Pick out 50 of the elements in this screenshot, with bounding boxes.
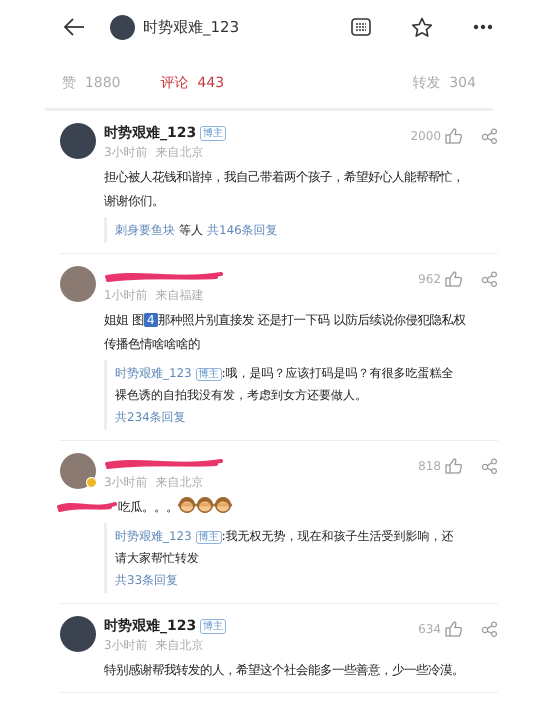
share-icon[interactable] bbox=[481, 621, 498, 637]
like-count: 962 bbox=[418, 271, 441, 288]
avatar bbox=[110, 14, 135, 40]
more-icon[interactable] bbox=[473, 24, 493, 30]
like-count: 818 bbox=[418, 458, 441, 475]
post-meta: 3小时前 来自北京 bbox=[104, 144, 204, 161]
thumbs-up-icon[interactable] bbox=[445, 128, 462, 144]
blogger-tag: 博主 bbox=[196, 531, 222, 544]
like-count: 2000 bbox=[410, 128, 441, 145]
thumbs-up-icon[interactable] bbox=[445, 271, 462, 287]
reply-user-link[interactable]: 时势艰难_123 bbox=[115, 529, 192, 543]
share-icon[interactable] bbox=[481, 128, 498, 144]
page-title: 时势艰难_123 bbox=[143, 16, 240, 38]
post-meta: 3小时前 来自北京 bbox=[104, 474, 204, 491]
stat-tab[interactable]: 评论 443 bbox=[160, 73, 224, 94]
list-icon[interactable] bbox=[351, 18, 371, 36]
post-meta: 3小时前 来自北京 bbox=[104, 637, 204, 654]
blogger-tag: 博主 bbox=[196, 368, 222, 381]
monkey-icon bbox=[214, 496, 232, 514]
monkey-icon bbox=[178, 496, 196, 514]
star-icon[interactable] bbox=[411, 16, 433, 38]
stat-tab[interactable]: 转发 304 bbox=[412, 73, 476, 94]
reply-text: 时势艰难_123 博主 :哦，是吗？应该打码是吗？有很多吃蛋糕全裸色诱的自拍我没有发，考虑到女方还要做人。 bbox=[115, 365, 455, 404]
comment-text: 担心被人花钱和谐掉，我自己带着两个孩子，希望好心人能帮帮忙，谢谢你们。 bbox=[104, 169, 465, 210]
post-meta: 1小时前 来自福建 bbox=[104, 287, 204, 304]
back-icon[interactable] bbox=[62, 17, 86, 37]
reply-user-link[interactable]: 刺身要鱼块 bbox=[115, 223, 175, 237]
blogger-tag: 博主 bbox=[200, 618, 226, 634]
blogger-tag: 博主 bbox=[200, 126, 226, 140]
thumbs-up-icon[interactable] bbox=[445, 621, 462, 637]
stat-tab[interactable]: 赞 1880 bbox=[62, 73, 121, 94]
share-icon[interactable] bbox=[481, 271, 498, 287]
comment-text: 吃瓜。。。 bbox=[104, 495, 466, 519]
reply-user-link[interactable]: 时势艰难_123 bbox=[115, 366, 192, 380]
verified-badge bbox=[86, 477, 97, 488]
comment-text: 特别感谢帮我转发的人，希望这个社会能多一些善意，少一些冷漠。 bbox=[104, 662, 465, 679]
share-icon[interactable] bbox=[481, 458, 498, 474]
like-count: 634 bbox=[418, 621, 441, 638]
picture-number: 4 bbox=[144, 313, 158, 327]
reply-count-link[interactable]: 共234条回复 bbox=[115, 406, 186, 428]
reply-count-link[interactable]: 共146条回复 bbox=[207, 223, 278, 237]
reply-summary: 等人 bbox=[179, 223, 203, 237]
scribble-mark bbox=[56, 499, 118, 513]
comment-text: 姐姐 图 4 那种照片别直接发 还是打一下码 以防后续说你侵犯隐私权传播色情啥啥啥的 bbox=[104, 312, 466, 353]
reply-text: 时势艰难_123 博主 :我无权无势，现在和孩子生活受到影响，还请大家帮忙转发 bbox=[115, 528, 455, 567]
monkey-icon bbox=[196, 496, 214, 514]
user-name[interactable]: 时势艰难_123 bbox=[104, 616, 196, 636]
reply-count-link[interactable]: 共33条回复 bbox=[115, 569, 178, 591]
thumbs-up-icon[interactable] bbox=[445, 458, 462, 474]
user-name[interactable]: 时势艰难_123 bbox=[104, 122, 196, 144]
